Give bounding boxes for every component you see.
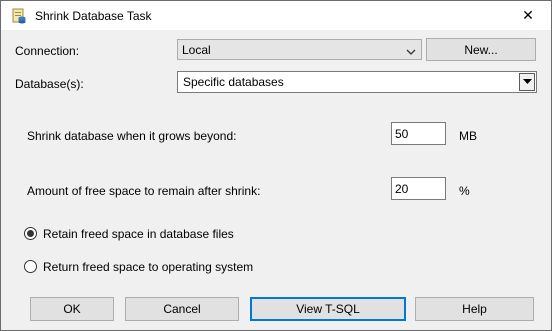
ok-button[interactable]: OK (30, 297, 114, 321)
shrink-threshold-label: Shrink database when it grows beyond: (27, 129, 237, 143)
view-tsql-button[interactable]: View T-SQL (250, 297, 406, 321)
retain-space-label[interactable]: Retain freed space in database files (43, 227, 234, 241)
dialog-title: Shrink Database Task (35, 9, 152, 23)
connection-value: Local (182, 43, 211, 57)
title-bar: Shrink Database Task ✕ (1, 1, 551, 30)
radio-selected-dot (27, 230, 34, 237)
connection-select[interactable]: Local (177, 39, 422, 60)
return-space-label[interactable]: Return freed space to operating system (43, 260, 253, 274)
return-space-radio[interactable] (24, 260, 37, 273)
chevron-down-icon[interactable] (519, 73, 535, 91)
shrink-threshold-input[interactable]: 50 (391, 122, 446, 145)
close-button[interactable]: ✕ (505, 1, 551, 30)
new-connection-button[interactable]: New... (426, 38, 536, 61)
free-space-unit: % (459, 184, 470, 198)
database-task-icon (11, 8, 27, 24)
databases-label: Database(s): (15, 77, 84, 91)
databases-select[interactable]: Specific databases (177, 71, 537, 93)
shrink-threshold-value: 50 (395, 127, 409, 141)
chevron-down-icon (406, 45, 416, 59)
shrink-threshold-unit: MB (459, 129, 477, 143)
databases-value: Specific databases (183, 75, 284, 89)
close-icon: ✕ (522, 7, 534, 23)
help-button[interactable]: Help (415, 297, 534, 321)
free-space-label: Amount of free space to remain after shr… (27, 184, 261, 198)
free-space-value: 20 (395, 182, 409, 196)
connection-label: Connection: (15, 44, 80, 58)
shrink-database-dialog: Shrink Database Task ✕ Connection: Local… (0, 0, 552, 331)
free-space-input[interactable]: 20 (391, 177, 446, 200)
retain-space-radio[interactable] (24, 227, 37, 240)
cancel-button[interactable]: Cancel (125, 297, 239, 321)
